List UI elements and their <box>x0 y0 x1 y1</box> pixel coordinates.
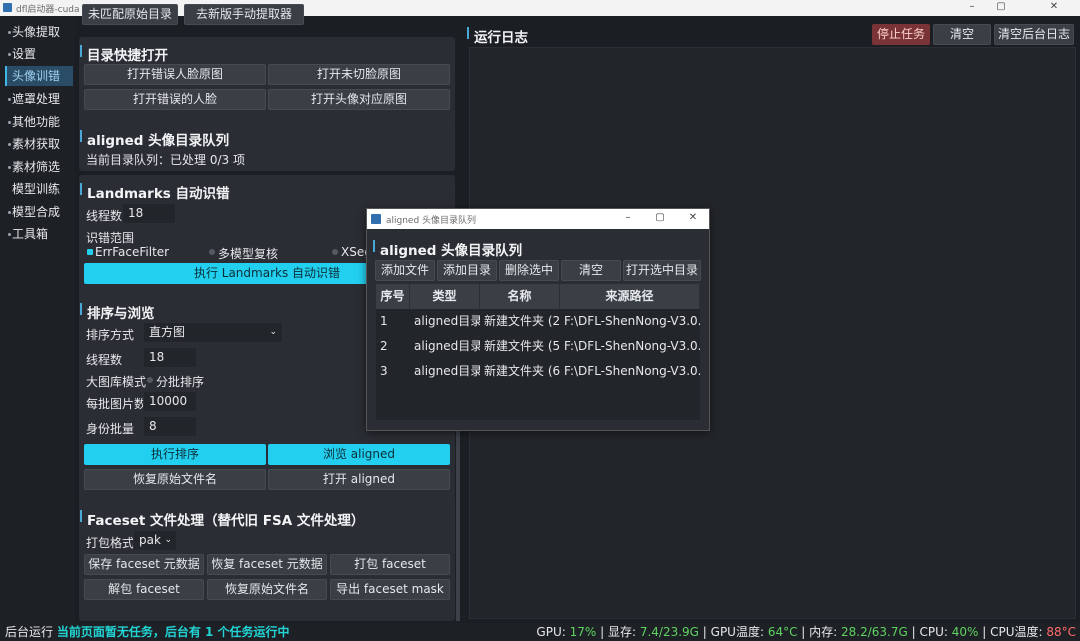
log-title: 运行日志 <box>467 26 528 46</box>
batch-sort-label: 分批排序 <box>156 375 205 389</box>
errfacefilter-checkbox[interactable] <box>87 249 93 255</box>
panel-title: Faceset 文件处理（替代旧 FSA 文件处理） <box>79 509 364 529</box>
queue-table[interactable]: 序号 类型 名称 来源路径 1 aligned目录 新建文件夹 (2) F:\D… <box>375 283 701 421</box>
dialog-title: aligned 头像目录队列 <box>372 239 522 259</box>
bullet-icon <box>8 233 11 236</box>
column-header[interactable]: 序号 <box>376 284 410 309</box>
clear-log-button[interactable]: 清空 <box>933 24 991 45</box>
sidebar-item-toolbox[interactable]: 工具箱 <box>5 224 73 244</box>
panel-title: 排序与浏览 <box>80 302 155 322</box>
dialog-window-title: aligned 头像目录队列 <box>386 216 477 226</box>
big-mode-label: 大图库模式 <box>86 375 147 389</box>
bullet-icon <box>8 31 11 34</box>
minimize-button[interactable]: – <box>958 1 986 12</box>
minimize-button[interactable]: – <box>619 212 637 223</box>
aligned-queue-dialog: aligned 头像目录队列 – ▢ ✕ aligned 头像目录队列 添加文件… <box>366 208 710 431</box>
identity-batch-input[interactable]: 8 <box>143 416 197 437</box>
bullet-icon <box>8 121 11 124</box>
threads-label: 线程数 <box>86 353 123 367</box>
sidebar-item-mask[interactable]: 遮罩处理 <box>5 89 73 109</box>
sidebar-item-settings[interactable]: 设置 <box>5 44 73 64</box>
sidebar-item-extract[interactable]: 头像提取 <box>5 22 73 42</box>
bullet-icon <box>8 166 11 169</box>
unmatched-source-button[interactable]: 未匹配原始目录 <box>82 4 178 25</box>
threads-input[interactable]: 18 <box>122 203 176 224</box>
open-selected-dir-button[interactable]: 打开选中目录 <box>623 260 701 281</box>
bullet-icon <box>8 98 11 101</box>
batch-size-label: 每批图片数 <box>86 397 147 411</box>
sort-method-label: 排序方式 <box>86 328 135 342</box>
manual-extractor-button[interactable]: 去新版手动提取器 <box>184 4 304 25</box>
threads-input[interactable]: 18 <box>143 347 197 368</box>
close-button[interactable]: ✕ <box>1040 1 1068 12</box>
sidebar: 头像提取 设置 头像训错 遮罩处理 其他功能 素材获取 素材筛选 模型训练 模型… <box>0 16 75 623</box>
status-bar: 后台运行 当前页面暂无任务，后台有 1 个任务运行中 GPU: 17% | 显存… <box>0 623 1080 641</box>
panel-title: 目录快捷打开 <box>80 44 168 64</box>
faceset-panel: Faceset 文件处理（替代旧 FSA 文件处理） 打包格式 pak ⌄ 保存 … <box>79 499 455 621</box>
run-sort-button[interactable]: 执行排序 <box>84 444 266 465</box>
sidebar-item-material-get[interactable]: 素材获取 <box>5 134 73 154</box>
open-error-face-button[interactable]: 打开错误的人脸 <box>84 89 266 110</box>
pack-format-select[interactable]: pak ⌄ <box>133 530 177 551</box>
panel-title: Landmarks 自动识错 <box>80 182 230 202</box>
restore-faceset-meta-button[interactable]: 恢复 faceset 元数据 <box>207 554 327 575</box>
chevron-down-icon: ⌄ <box>164 535 172 545</box>
restore-filename-button[interactable]: 恢复原始文件名 <box>207 579 327 600</box>
option-label: ErrFaceFilter <box>95 245 170 259</box>
maximize-button[interactable]: ▢ <box>651 212 669 223</box>
sidebar-item-train[interactable]: 模型训练 <box>5 179 73 199</box>
sidebar-item-other[interactable]: 其他功能 <box>5 112 73 132</box>
add-dir-button[interactable]: 添加目录 <box>437 260 497 281</box>
identity-batch-label: 身份批量 <box>86 422 135 436</box>
batch-size-input[interactable]: 10000 <box>143 391 197 412</box>
batch-sort-checkbox[interactable] <box>147 377 153 383</box>
scrollbar[interactable] <box>456 431 460 621</box>
column-header[interactable]: 名称 <box>480 284 560 309</box>
restore-filename-button[interactable]: 恢复原始文件名 <box>84 469 266 490</box>
dialog-titlebar: aligned 头像目录队列 – ▢ ✕ <box>367 209 709 229</box>
quick-open-panel: 目录快捷打开 打开错误人脸原图 打开未切脸原图 打开错误的人脸 打开头像对应原图 <box>79 37 455 132</box>
app-icon <box>371 214 381 224</box>
pack-faceset-button[interactable]: 打包 faceset <box>330 554 450 575</box>
unpack-faceset-button[interactable]: 解包 faceset <box>84 579 204 600</box>
save-faceset-meta-button[interactable]: 保存 faceset 元数据 <box>84 554 204 575</box>
bullet-icon <box>8 143 11 146</box>
xseg-checkbox[interactable] <box>332 249 338 255</box>
multi-model-checkbox[interactable] <box>209 249 215 255</box>
option-label: 多模型复核 <box>218 247 279 261</box>
open-face-source-button[interactable]: 打开头像对应原图 <box>268 89 450 110</box>
browse-aligned-button[interactable]: 浏览 aligned <box>268 444 450 465</box>
system-stats: GPU: 17% | 显存: 7.4/23.9G | GPU温度: 64°C |… <box>536 625 1076 639</box>
chevron-down-icon: ⌄ <box>269 327 277 337</box>
bullet-icon <box>8 211 11 214</box>
aligned-queue-panel: aligned 头像目录队列 当前目录队列：已处理 0/3 项 <box>79 121 455 171</box>
column-header[interactable]: 类型 <box>410 284 480 309</box>
maximize-button[interactable]: ▢ <box>987 1 1015 12</box>
app-icon <box>3 3 12 12</box>
queue-status: 当前目录队列：已处理 0/3 项 <box>86 153 245 167</box>
sidebar-item-material-filter[interactable]: 素材筛选 <box>5 157 73 177</box>
sort-method-select[interactable]: 直方图 ⌄ <box>143 322 283 343</box>
clear-button[interactable]: 清空 <box>561 260 621 281</box>
delete-selected-button[interactable]: 删除选中 <box>499 260 559 281</box>
panel-title: aligned 头像目录队列 <box>79 129 229 149</box>
status-left: 后台运行 当前页面暂无任务，后台有 1 个任务运行中 <box>5 625 290 639</box>
add-file-button[interactable]: 添加文件 <box>375 260 435 281</box>
close-button[interactable]: ✕ <box>684 212 702 223</box>
pack-format-label: 打包格式 <box>86 536 135 550</box>
window-title: dfl启动器-cuda <box>16 5 80 15</box>
open-uncut-source-button[interactable]: 打开未切脸原图 <box>268 64 450 85</box>
sidebar-item-merge[interactable]: 模型合成 <box>5 202 73 222</box>
threads-label: 线程数 <box>86 209 123 223</box>
export-mask-button[interactable]: 导出 faceset mask <box>330 579 450 600</box>
column-header[interactable]: 来源路径 <box>560 284 700 309</box>
stop-task-button[interactable]: 停止任务 <box>872 24 930 45</box>
open-aligned-button[interactable]: 打开 aligned <box>268 469 450 490</box>
sidebar-item-face-error[interactable]: 头像训错 <box>5 66 73 86</box>
range-label: 识错范围 <box>86 231 135 245</box>
open-error-source-button[interactable]: 打开错误人脸原图 <box>84 64 266 85</box>
clear-bg-log-button[interactable]: 清空后台日志 <box>994 24 1074 45</box>
bullet-icon <box>8 53 11 56</box>
